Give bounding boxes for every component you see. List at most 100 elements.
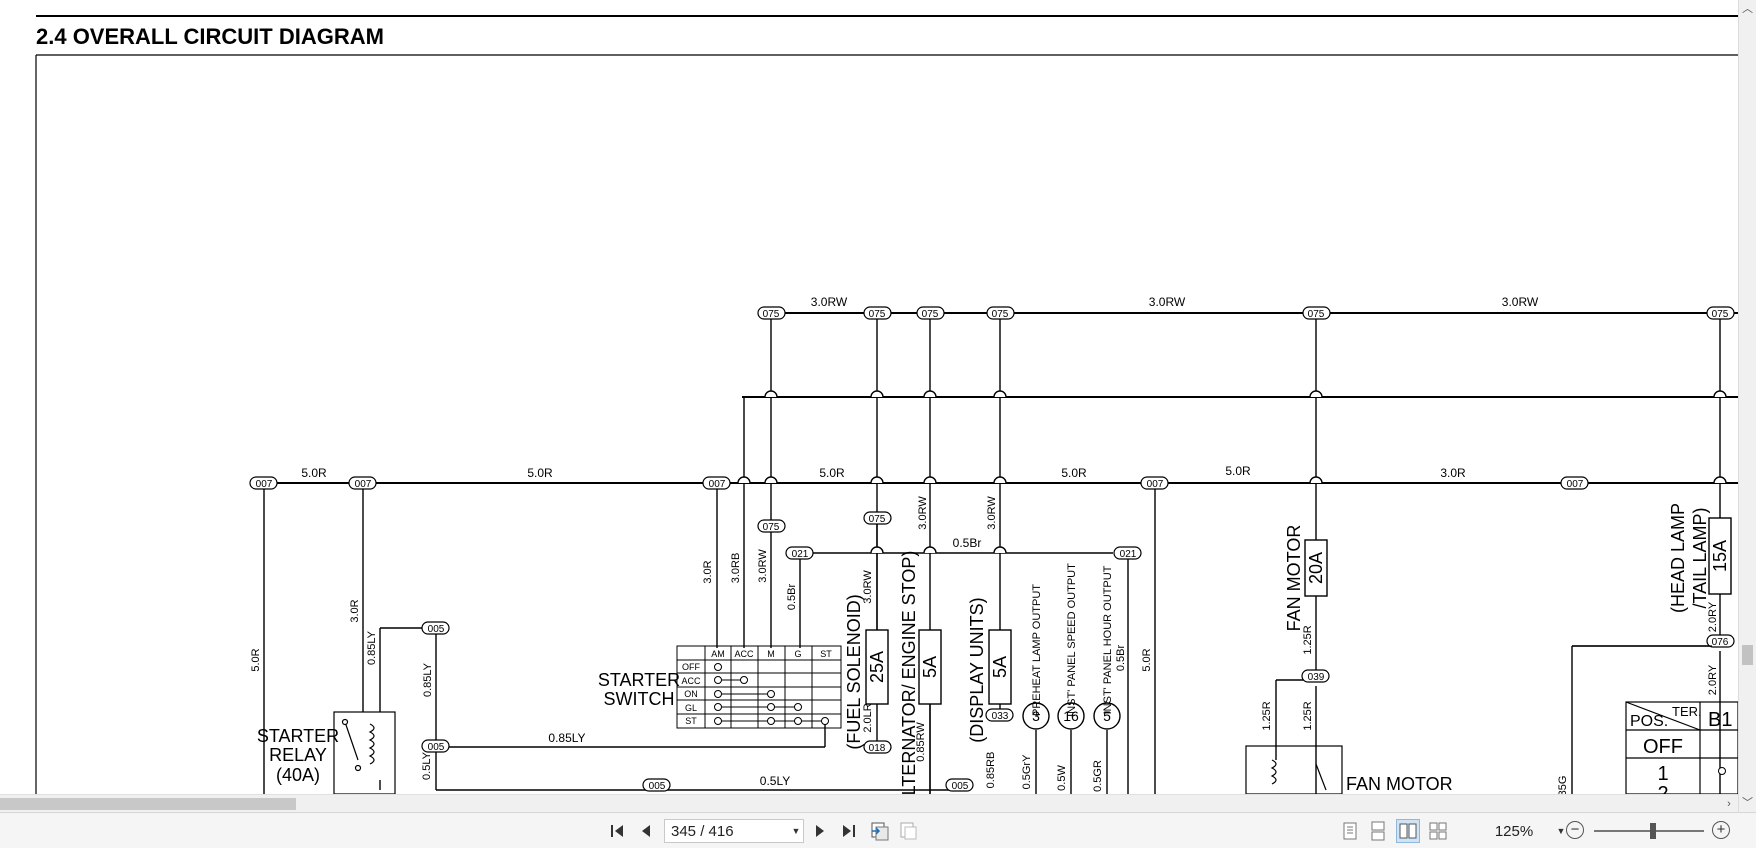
- svg-text:3.0RB: 3.0RB: [730, 553, 742, 584]
- svg-text:SWITCH: SWITCH: [604, 689, 675, 709]
- svg-text:0.85RB: 0.85RB: [985, 752, 997, 789]
- single-page-view-button[interactable]: [1338, 819, 1362, 843]
- svg-text:075: 075: [922, 309, 939, 320]
- svg-text:AM: AM: [711, 649, 725, 659]
- scroll-up-icon[interactable]: ︿: [1739, 0, 1756, 18]
- next-page-button[interactable]: [808, 819, 832, 843]
- svg-text:007: 007: [1567, 479, 1584, 490]
- svg-text:FAN MOTOR: FAN MOTOR: [1346, 774, 1453, 794]
- prev-page-icon: [642, 825, 650, 837]
- svg-text:25A: 25A: [867, 651, 887, 683]
- last-page-button[interactable]: [836, 819, 860, 843]
- two-page-icon: [1399, 823, 1417, 839]
- svg-text:15A: 15A: [1710, 540, 1730, 572]
- svg-text:5.0R: 5.0R: [301, 466, 327, 480]
- svg-text:1.25R: 1.25R: [1261, 701, 1273, 730]
- svg-text:GL: GL: [685, 703, 697, 713]
- svg-text:075: 075: [869, 309, 886, 320]
- svg-text:0.5GR: 0.5GR: [1092, 760, 1104, 792]
- svg-text:G: G: [794, 649, 801, 659]
- zoom-level[interactable]: 125%: [1474, 823, 1554, 840]
- vertical-scrollbar[interactable]: ︿ ﹀: [1738, 0, 1756, 812]
- svg-text:5.0R: 5.0R: [1061, 466, 1087, 480]
- scroll-down-icon[interactable]: ﹀: [1739, 794, 1756, 812]
- page-number-field[interactable]: 345 / 416 ▼: [664, 819, 804, 843]
- page-dropdown-icon[interactable]: ▼: [789, 826, 803, 836]
- svg-text:5.0R: 5.0R: [1225, 464, 1251, 478]
- svg-text:POS.: POS.: [1630, 713, 1668, 730]
- continuous-view-button[interactable]: [1366, 819, 1390, 843]
- svg-text:075: 075: [763, 522, 780, 533]
- svg-text:ACC: ACC: [734, 649, 754, 659]
- first-page-icon: [611, 825, 623, 837]
- zoom-out-icon[interactable]: −: [1566, 821, 1584, 839]
- svg-text:0.5W: 0.5W: [1056, 765, 1068, 791]
- fit-page-button[interactable]: [896, 819, 920, 843]
- svg-text:ST: ST: [820, 649, 832, 659]
- svg-text:2.0RY: 2.0RY: [1707, 664, 1719, 695]
- svg-text:0.85LY: 0.85LY: [548, 731, 585, 745]
- svg-text:TER.: TER.: [1672, 704, 1702, 719]
- viewer-toolbar: 345 / 416 ▼ 125% ▼ − +: [0, 812, 1756, 848]
- two-page-continuous-button[interactable]: [1426, 819, 1450, 843]
- svg-text:075: 075: [1308, 309, 1325, 320]
- svg-text:STARTER: STARTER: [598, 670, 680, 690]
- svg-text:075: 075: [869, 514, 886, 525]
- svg-text:007: 007: [1147, 479, 1164, 490]
- svg-text:1: 1: [1657, 763, 1668, 785]
- svg-text:5.0R: 5.0R: [1141, 648, 1153, 671]
- svg-text:007: 007: [256, 479, 273, 490]
- zoom-in-icon[interactable]: +: [1712, 821, 1730, 839]
- svg-text:35G: 35G: [1557, 776, 1569, 794]
- vertical-scroll-thumb[interactable]: [1742, 645, 1753, 665]
- zoom-field[interactable]: 125% ▼: [1474, 819, 1568, 843]
- svg-text:/TAIL LAMP): /TAIL LAMP): [1690, 507, 1710, 608]
- svg-text:007: 007: [355, 479, 372, 490]
- svg-text:075: 075: [1712, 309, 1729, 320]
- svg-text:3.0RW: 3.0RW: [1502, 295, 1539, 309]
- svg-text:018: 018: [869, 743, 886, 754]
- zoom-slider-thumb[interactable]: [1650, 823, 1656, 839]
- continuous-page-icon: [1371, 821, 1385, 841]
- svg-text:B1: B1: [1708, 709, 1732, 731]
- svg-text:005: 005: [649, 781, 666, 792]
- two-page-view-button[interactable]: [1396, 819, 1420, 843]
- svg-text:0.5LY: 0.5LY: [760, 774, 790, 788]
- horizontal-scrollbar[interactable]: ›: [0, 794, 1738, 812]
- single-page-icon: [1343, 822, 1357, 840]
- horizontal-scroll-thumb[interactable]: [0, 798, 296, 810]
- svg-text:0.85LY: 0.85LY: [366, 630, 378, 665]
- svg-text:021: 021: [792, 549, 809, 560]
- first-page-button[interactable]: [606, 819, 630, 843]
- svg-text:021: 021: [1120, 549, 1137, 560]
- svg-text:039: 039: [1308, 672, 1325, 683]
- svg-text:INST' PANEL HOUR OUTPUT: INST' PANEL HOUR OUTPUT: [1102, 565, 1114, 714]
- svg-text:3.0R: 3.0R: [349, 599, 361, 622]
- scroll-right-icon[interactable]: ›: [1720, 795, 1738, 813]
- page-indicator[interactable]: 345 / 416: [665, 823, 789, 840]
- select-page-icon: [871, 822, 889, 841]
- svg-text:3.0RW: 3.0RW: [757, 549, 769, 583]
- svg-text:3.0RW: 3.0RW: [917, 496, 929, 530]
- svg-text:005: 005: [428, 742, 445, 753]
- svg-text:005: 005: [428, 624, 445, 635]
- svg-text:0.5Br: 0.5Br: [1115, 645, 1127, 672]
- svg-text:INST' PANEL SPEED OUTPUT: INST' PANEL SPEED OUTPUT: [1066, 563, 1078, 717]
- svg-text:ON: ON: [684, 689, 698, 699]
- svg-text:ACC: ACC: [681, 676, 701, 686]
- svg-text:5.0R: 5.0R: [819, 466, 845, 480]
- svg-text:0.5Br: 0.5Br: [953, 536, 982, 550]
- fit-page-icon: [900, 822, 917, 840]
- svg-text:M: M: [767, 649, 775, 659]
- svg-text:3.0R: 3.0R: [1440, 466, 1466, 480]
- circuit-diagram: 075 075 075 075 075 075 007 007 007 007 …: [35, 15, 1738, 794]
- svg-text:5.0R: 5.0R: [527, 466, 553, 480]
- svg-text:1.25R: 1.25R: [1302, 701, 1314, 730]
- zoom-slider-track[interactable]: [1594, 830, 1704, 832]
- svg-text:0.5GrY: 0.5GrY: [1021, 754, 1033, 790]
- svg-text:2: 2: [1657, 783, 1668, 794]
- svg-text:5A: 5A: [990, 656, 1010, 678]
- svg-text:075: 075: [763, 309, 780, 320]
- select-page-button[interactable]: [868, 819, 892, 843]
- previous-page-button[interactable]: [634, 819, 658, 843]
